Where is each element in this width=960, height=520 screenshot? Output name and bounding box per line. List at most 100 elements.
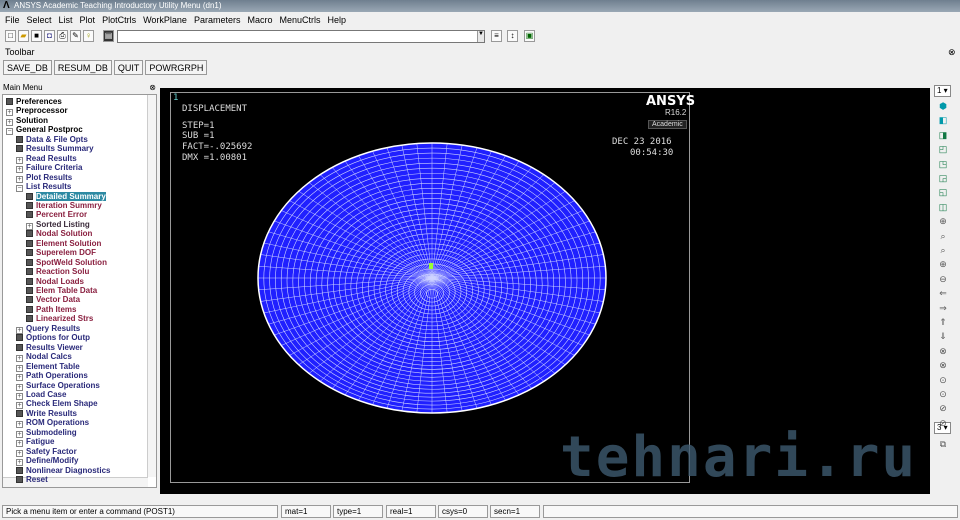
menu-tree-item[interactable]: Linearized Strs [26, 314, 93, 323]
back-view-icon[interactable]: ◱ [936, 186, 950, 198]
cube-icon[interactable]: ◘ [44, 30, 55, 42]
menu-tree-item[interactable]: Detailed Summary [26, 191, 106, 201]
reset-picking-icon[interactable]: ↕ [507, 30, 518, 42]
pan-left-icon[interactable]: ⇐ [936, 287, 950, 299]
menu-item-label: Safety Factor [26, 446, 77, 456]
menu-tree-item[interactable]: Nonlinear Diagnostics [16, 466, 110, 475]
menu-tree-item[interactable]: + Check Elem Shape [16, 399, 98, 410]
menu-tree-item[interactable]: Elem Table Data [26, 286, 97, 295]
left-view-icon[interactable]: ◳ [936, 158, 950, 170]
menu-menuctrls[interactable]: MenuCtrls [279, 13, 320, 27]
menu-tree-item[interactable]: + Preprocessor [6, 106, 68, 117]
menu-tree-item[interactable]: Options for Outp [16, 333, 90, 342]
rotate-y-pos-icon[interactable]: ⊙ [936, 374, 950, 386]
tree-vertical-scrollbar[interactable] [147, 95, 156, 477]
new-file-icon[interactable]: □ [5, 30, 16, 42]
menu-tree-item[interactable]: − List Results [16, 182, 71, 193]
front-view-icon[interactable]: ◧ [936, 114, 950, 126]
rotate-x-neg-icon[interactable]: ⊗ [936, 359, 950, 371]
menu-tree-item[interactable]: Reset [16, 475, 48, 484]
help-bulb-icon[interactable]: ♀ [83, 30, 94, 42]
menu-tree-item[interactable]: Preferences [6, 97, 62, 106]
pan-right-icon[interactable]: ⇒ [936, 302, 950, 314]
menu-plotctrls[interactable]: PlotCtrls [102, 13, 136, 27]
menu-tree-item[interactable]: + Safety Factor [16, 446, 77, 457]
menu-tree-item[interactable]: + Define/Modify [16, 456, 78, 467]
zoom-in-icon[interactable]: ⊕ [936, 258, 950, 270]
menu-tree-item[interactable]: + Query Results [16, 324, 80, 334]
menu-tree-item[interactable]: Nodal Solution [26, 229, 92, 238]
menu-macro[interactable]: Macro [247, 13, 272, 27]
menu-tree-item[interactable]: Vector Data [26, 295, 80, 304]
dynamic-mode-icon[interactable]: ⧉ [936, 438, 950, 450]
align-icon[interactable]: ≡ [491, 30, 502, 42]
save-db-button[interactable]: SAVE_DB [3, 60, 52, 75]
save-icon[interactable]: ■ [31, 30, 42, 42]
command-icon[interactable]: ▤ [103, 30, 114, 42]
report-icon[interactable]: ✎ [70, 30, 81, 42]
zoom-out-icon[interactable]: ⊖ [936, 273, 950, 285]
menu-tree-item[interactable]: SpotWeld Solution [26, 258, 107, 267]
menu-help[interactable]: Help [328, 13, 347, 27]
menu-workplane[interactable]: WorkPlane [143, 13, 187, 27]
print-icon[interactable]: ⎙ [57, 30, 68, 42]
menu-tree-item[interactable]: + Sorted Listing [26, 220, 90, 230]
command-input[interactable] [117, 30, 485, 43]
powrgrph-button[interactable]: POWRGRPH [145, 60, 208, 75]
command-dropdown-icon[interactable]: ▼ [477, 31, 484, 42]
menu-tree-item[interactable]: Data & File Opts [16, 135, 88, 144]
menu-tree-item[interactable]: + Read Results [16, 154, 77, 164]
menu-list[interactable]: List [59, 13, 73, 27]
menu-tree-item[interactable]: + Path Operations [16, 371, 88, 382]
menu-tree-item[interactable]: + ROM Operations [16, 418, 89, 429]
menu-tree-item[interactable]: + Nodal Calcs [16, 352, 72, 363]
menu-tree-item[interactable]: Iteration Summry [26, 201, 102, 210]
menu-tree-item[interactable]: + Submodeling [16, 428, 77, 438]
toolbar-collapse-icon[interactable]: ⊗ [948, 47, 956, 58]
menu-tree-item[interactable]: + Fatigue [16, 437, 54, 448]
menu-tree-item[interactable]: Element Solution [26, 239, 101, 248]
menu-tree-item[interactable]: Results Viewer [16, 343, 83, 352]
menu-item-label: Percent Error [36, 210, 88, 220]
resum-db-button[interactable]: RESUM_DB [53, 60, 112, 75]
status-prompt: Pick a menu item or enter a command (POS… [2, 505, 278, 518]
menu-tree-item[interactable]: + Load Case [16, 390, 66, 400]
menu-tree-item[interactable]: + Element Table [16, 362, 80, 372]
rotate-z-neg-icon[interactable]: ⊘ [936, 417, 950, 429]
menu-select[interactable]: Select [27, 13, 52, 27]
menu-tree-item[interactable]: Superelem DOF [26, 248, 96, 257]
zoom-icon[interactable]: ⊕ [936, 215, 950, 227]
menu-tree-item[interactable]: Results Summary [16, 144, 94, 153]
main-menu-collapse-icon[interactable]: ⊗ [149, 83, 156, 92]
menu-tree-item[interactable]: − General Postproc [6, 125, 83, 136]
right-view-icon[interactable]: ◲ [936, 172, 950, 184]
rotate-z-pos-icon[interactable]: ⊘ [936, 402, 950, 414]
menu-plot[interactable]: Plot [80, 13, 96, 27]
bottom-view-icon[interactable]: ◰ [936, 143, 950, 155]
menu-tree-item[interactable]: Path Items [26, 305, 76, 314]
rotate-y-neg-icon[interactable]: ⊙ [936, 388, 950, 400]
menu-parameters[interactable]: Parameters [194, 13, 241, 27]
iso-view-icon[interactable]: ⬢ [936, 100, 950, 112]
menu-tree-item[interactable]: + Plot Results [16, 173, 72, 183]
quit-button[interactable]: QUIT [113, 60, 144, 75]
window-select-dropdown[interactable]: 1 ▾ [934, 85, 951, 97]
menu-tree-item[interactable]: + Surface Operations [16, 381, 100, 391]
box-zoom-icon[interactable]: ⌕ [936, 244, 950, 256]
rotate-x-pos-icon[interactable]: ⊗ [936, 345, 950, 357]
pan-up-icon[interactable]: ⇑ [936, 316, 950, 328]
menu-tree-item[interactable]: Nodal Loads [26, 277, 84, 286]
top-view-icon[interactable]: ◨ [936, 129, 950, 141]
menu-tree-item[interactable]: Write Results [16, 409, 77, 418]
menu-tree-item[interactable]: + Failure Criteria [16, 163, 82, 174]
menu-file[interactable]: File [5, 13, 20, 27]
contact-manager-icon[interactable]: ▣ [524, 30, 535, 42]
menu-tree-item[interactable]: Reaction Solu [26, 267, 89, 276]
zoom-back-icon[interactable]: ⌕ [936, 230, 950, 242]
oblique-view-icon[interactable]: ◫ [936, 201, 950, 213]
menu-item-label: Vector Data [36, 295, 81, 305]
open-folder-icon[interactable]: ▰ [18, 30, 29, 42]
menu-tree-item[interactable]: + Solution [6, 116, 48, 126]
menu-tree-item[interactable]: Percent Error [26, 210, 87, 219]
pan-down-icon[interactable]: ⇓ [936, 330, 950, 342]
